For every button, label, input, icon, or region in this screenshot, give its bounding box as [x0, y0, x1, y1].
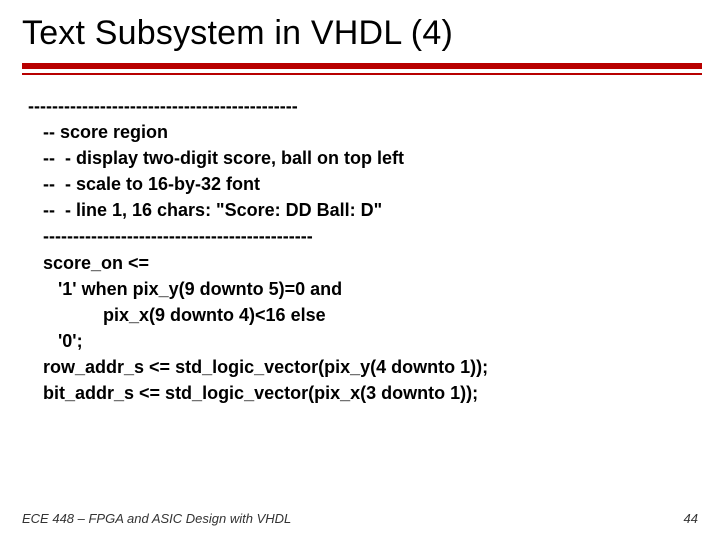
code-line: -- score region — [28, 119, 698, 145]
page-number: 44 — [684, 511, 698, 526]
divider-thick — [22, 63, 702, 69]
divider-thin — [22, 73, 702, 75]
code-block: ----------------------------------------… — [22, 93, 698, 406]
code-line: bit_addr_s <= std_logic_vector(pix_x(3 d… — [28, 380, 698, 406]
code-line: pix_x(9 downto 4)<16 else — [28, 302, 698, 328]
code-line: row_addr_s <= std_logic_vector(pix_y(4 d… — [28, 354, 698, 380]
code-line: -- - line 1, 16 chars: "Score: DD Ball: … — [28, 197, 698, 223]
footer: ECE 448 – FPGA and ASIC Design with VHDL… — [22, 511, 698, 526]
footer-course: ECE 448 – FPGA and ASIC Design with VHDL — [22, 511, 291, 526]
code-line: score_on <= — [28, 250, 698, 276]
code-line: -- - display two-digit score, ball on to… — [28, 145, 698, 171]
page-title: Text Subsystem in VHDL (4) — [22, 14, 698, 53]
code-line: -- - scale to 16-by-32 font — [28, 171, 698, 197]
code-line: ----------------------------------------… — [28, 223, 698, 249]
code-line: '1' when pix_y(9 downto 5)=0 and — [28, 276, 698, 302]
slide: Text Subsystem in VHDL (4) -------------… — [0, 0, 720, 540]
code-line: '0'; — [28, 328, 698, 354]
code-line: ----------------------------------------… — [28, 93, 698, 119]
